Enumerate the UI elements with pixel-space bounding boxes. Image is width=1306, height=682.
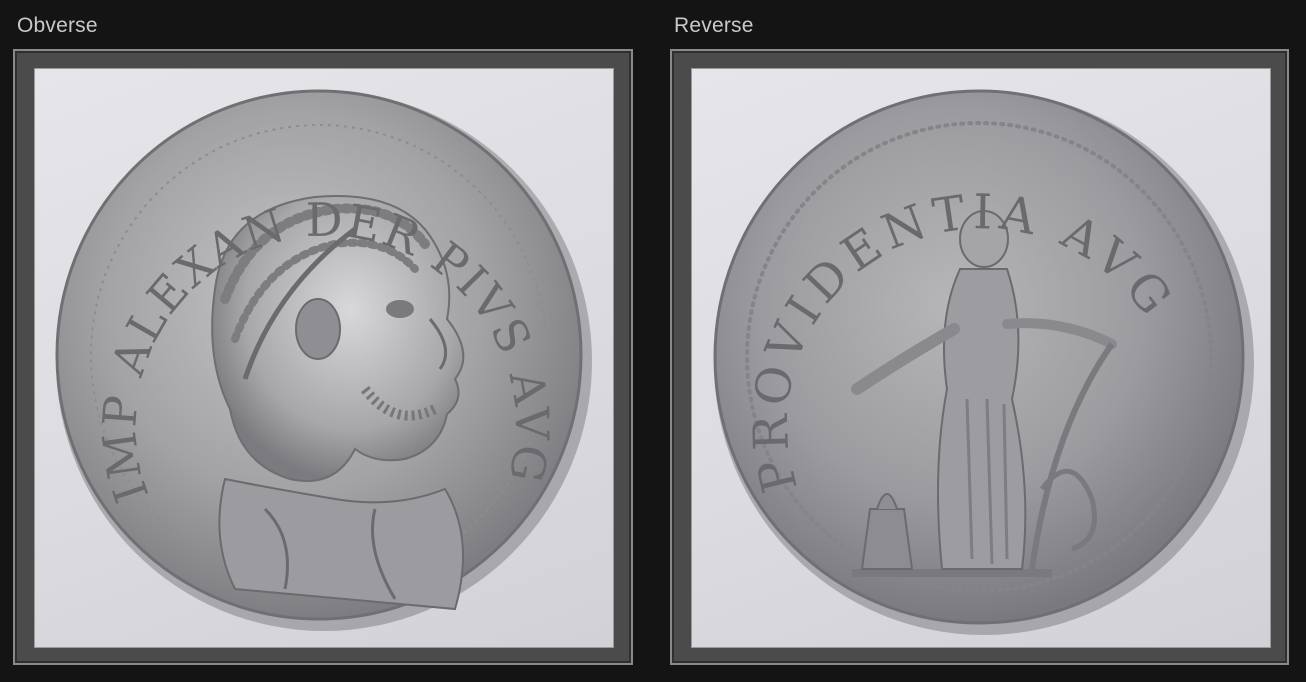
- obverse-frame: IMP ALEXAN DER PIVS AVG: [13, 49, 633, 665]
- obverse-coin-image[interactable]: IMP ALEXAN DER PIVS AVG: [34, 68, 614, 648]
- reverse-coin-image[interactable]: PROVIDENTIA AVG: [691, 68, 1271, 648]
- reverse-frame: PROVIDENTIA AVG: [670, 49, 1289, 665]
- obverse-label: Obverse: [17, 14, 98, 37]
- reverse-coin-graphic: PROVIDENTIA AVG: [713, 89, 1254, 635]
- reverse-label: Reverse: [674, 14, 754, 37]
- obverse-coin-graphic: IMP ALEXAN DER PIVS AVG: [55, 89, 592, 631]
